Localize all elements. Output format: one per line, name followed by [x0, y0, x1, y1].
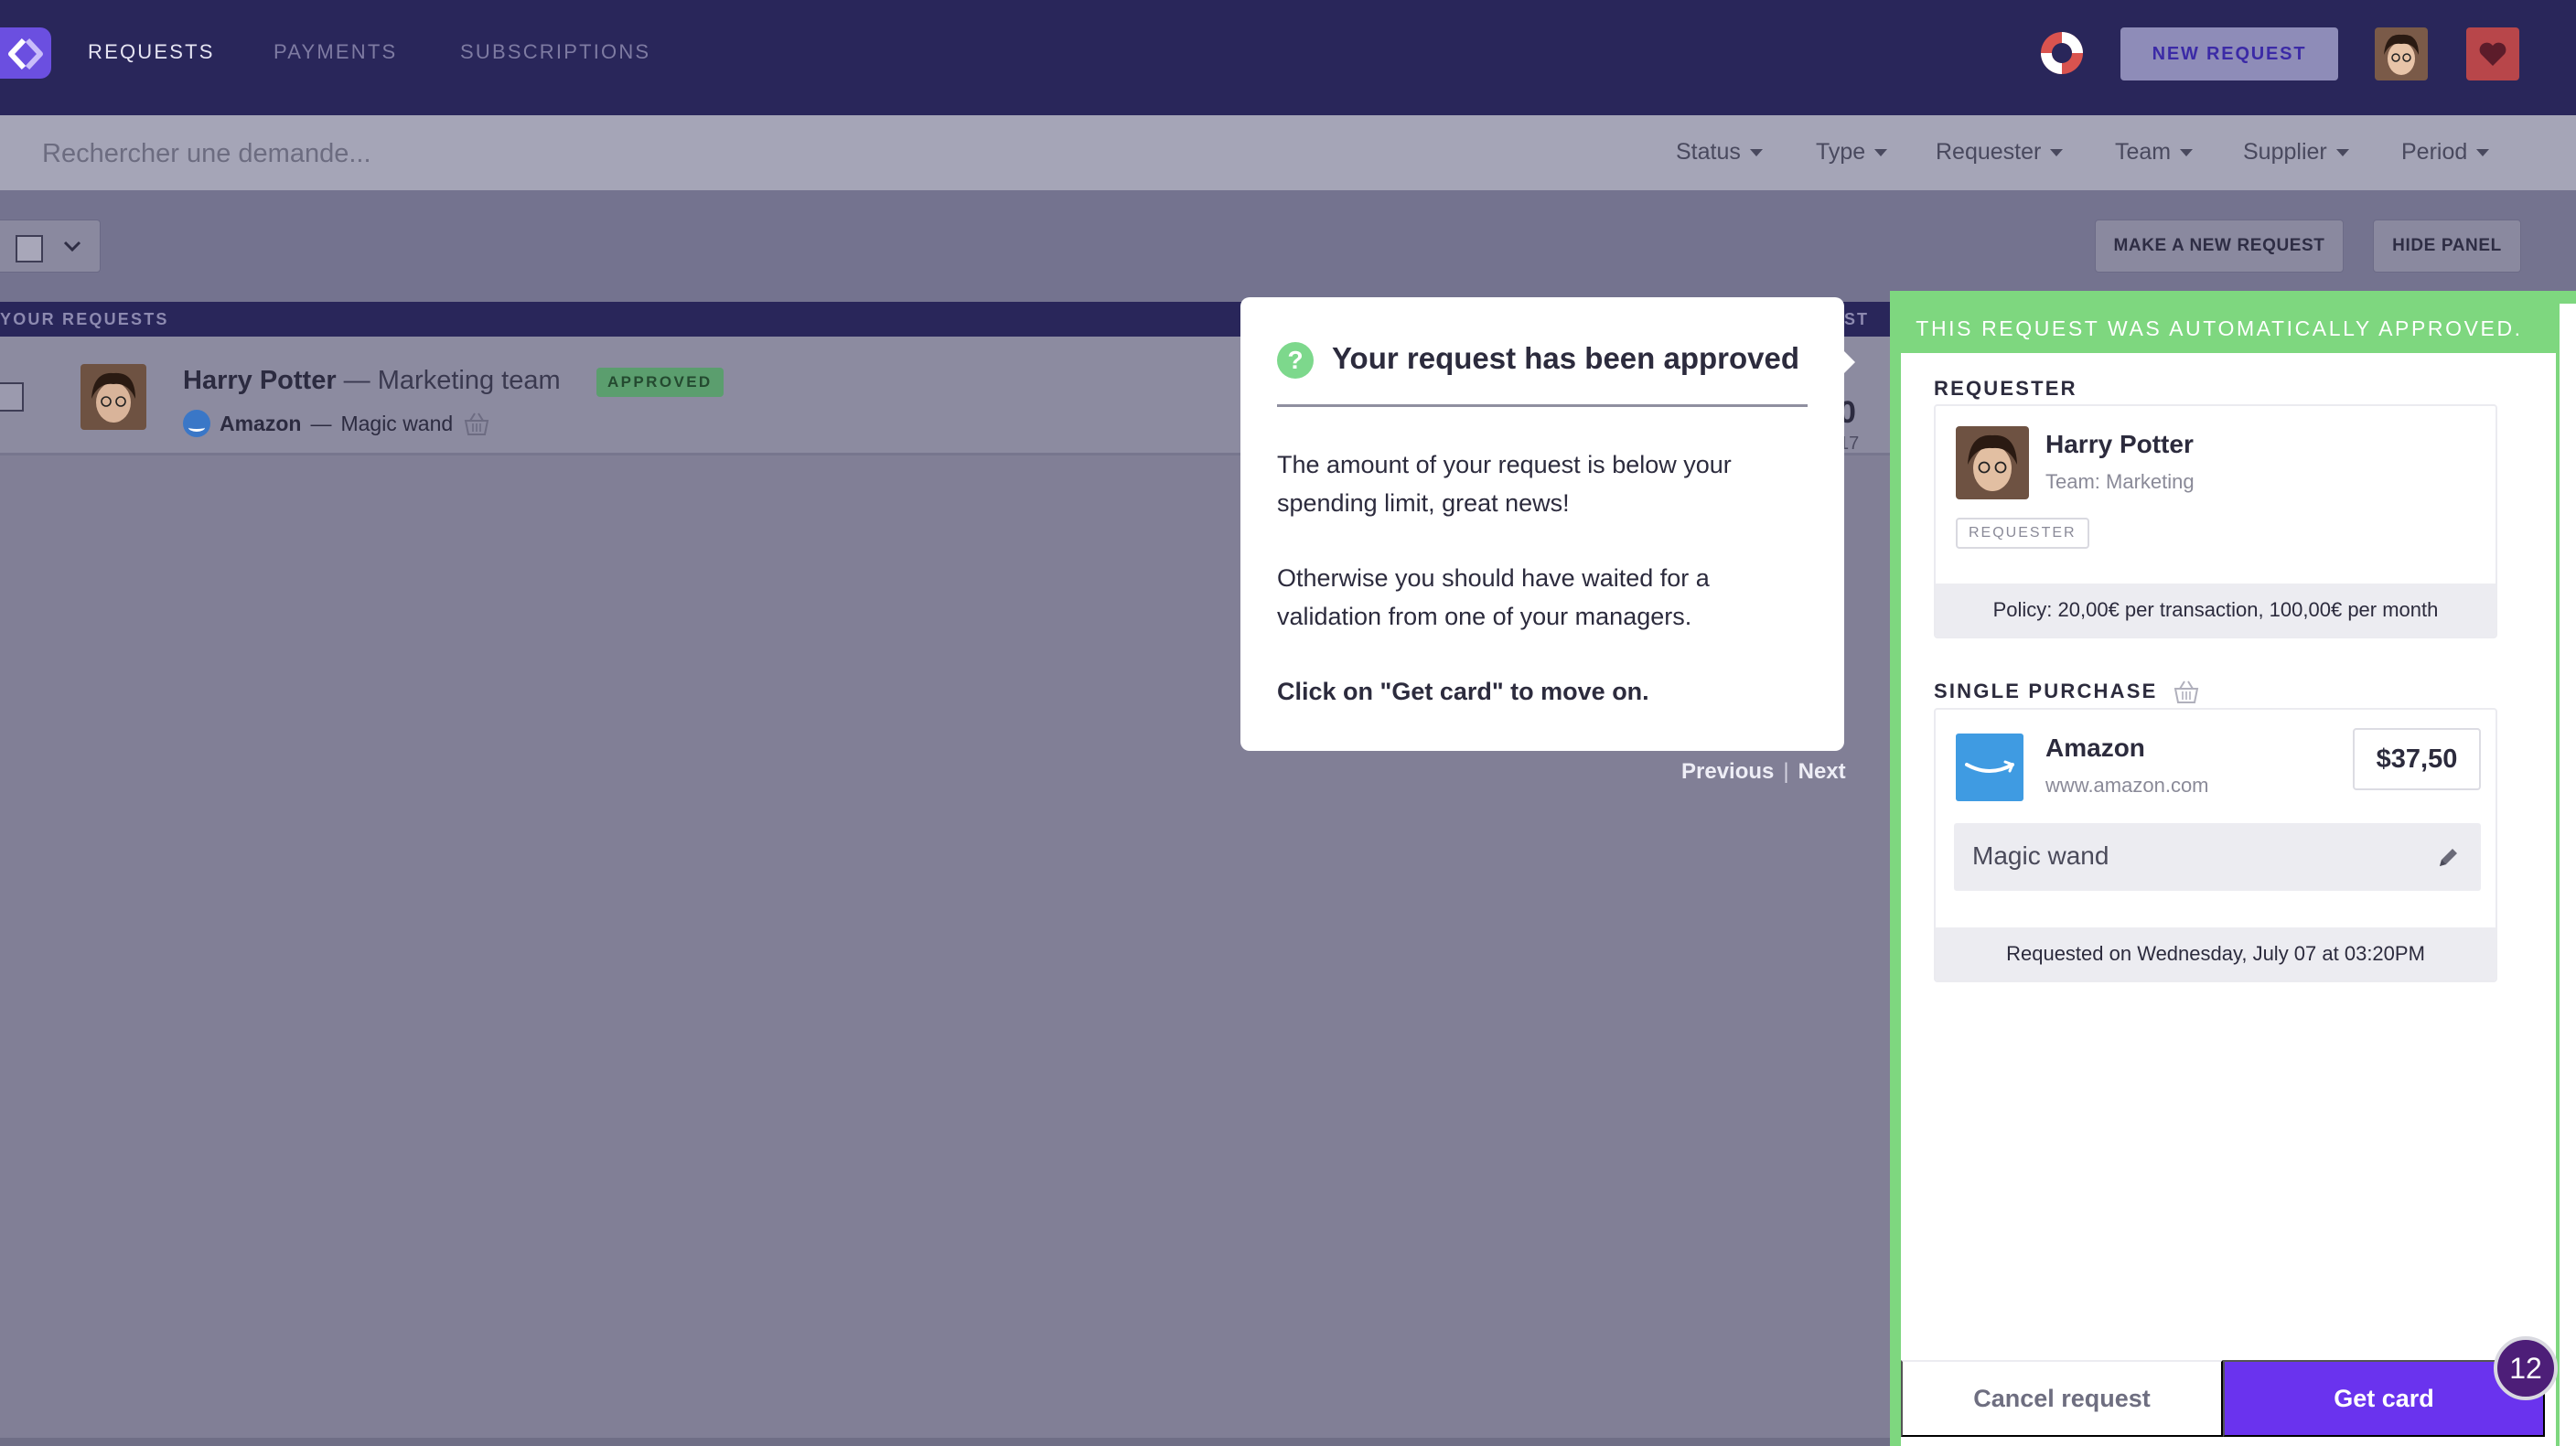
- tour-navigation: Previous | Next: [1681, 759, 1846, 785]
- requester-card: Harry Potter Team: Marketing REQUESTER P…: [1934, 404, 2497, 638]
- bulk-select-dropdown[interactable]: [0, 220, 101, 273]
- search-filter-bar: Status Type Requester Team Supplier Peri…: [0, 115, 2576, 190]
- supplier-name: Amazon: [2045, 734, 2145, 762]
- tour-pointer-arrow: [1842, 349, 1855, 375]
- horizontal-scrollbar[interactable]: [0, 1438, 1894, 1446]
- top-navigation-bar: REQUESTS PAYMENTS SUBSCRIPTIONS NEW REQU…: [0, 0, 2576, 115]
- purchase-card: Amazon www.amazon.com $37,50 Magic wand …: [1934, 708, 2497, 982]
- caret-down-icon: [2050, 148, 2064, 156]
- tour-paragraph: Otherwise you should have waited for a v…: [1277, 564, 1710, 630]
- row-separator: —: [310, 411, 332, 435]
- row-supplier: Amazon: [220, 411, 302, 435]
- lifebuoy-icon[interactable]: [2038, 29, 2086, 77]
- hide-panel-button[interactable]: HIDE PANEL: [2373, 220, 2521, 273]
- notification-badge[interactable]: 12: [2494, 1336, 2558, 1400]
- requested-on-date: Requested on Wednesday, July 07 at 03:20…: [1936, 927, 2496, 980]
- tour-call-to-action: Click on "Get card" to move on.: [1277, 678, 1649, 705]
- filter-supplier-label: Supplier: [2243, 139, 2327, 165]
- filter-requester[interactable]: Requester: [1936, 139, 2064, 166]
- heart-icon[interactable]: [2466, 27, 2519, 80]
- question-icon: ?: [1277, 342, 1314, 379]
- nav-tab-requests[interactable]: REQUESTS: [88, 40, 215, 64]
- purchase-section-title: SINGLE PURCHASE: [1934, 679, 2201, 704]
- tour-popover: ? Your request has been approved The amo…: [1240, 297, 1844, 751]
- search-input[interactable]: [42, 134, 865, 174]
- status-badge: APPROVED: [596, 368, 724, 397]
- role-tag: REQUESTER: [1956, 518, 2089, 549]
- filter-team-label: Team: [2115, 139, 2172, 165]
- requester-team: Team: Marketing: [2045, 470, 2195, 493]
- description-field[interactable]: Magic wand: [1954, 823, 2481, 891]
- tour-body: The amount of your request is below your…: [1277, 445, 1817, 747]
- pencil-icon[interactable]: [2435, 845, 2461, 871]
- spending-policy: Policy: 20,00€ per transaction, 100,00€ …: [1936, 584, 2496, 637]
- filter-requester-label: Requester: [1936, 139, 2042, 165]
- tour-title: Your request has been approved: [1332, 341, 1800, 375]
- make-new-request-button[interactable]: MAKE A NEW REQUEST: [2095, 220, 2344, 273]
- request-detail-panel: THIS REQUEST WAS AUTOMATICALLY APPROVED.…: [1890, 291, 2576, 1446]
- tour-previous-link[interactable]: Previous: [1681, 759, 1774, 785]
- requester-name: Harry Potter: [2045, 430, 2194, 458]
- nav-tab-payments[interactable]: PAYMENTS: [274, 40, 397, 64]
- caret-down-icon: [1749, 148, 1763, 156]
- list-toolbar: MAKE A NEW REQUEST HIDE PANEL: [0, 190, 2576, 302]
- row-separator: —: [336, 366, 378, 395]
- filter-status-label: Status: [1676, 139, 1741, 165]
- row-checkbox[interactable]: [0, 382, 24, 412]
- list-header-title: YOUR REQUESTS: [0, 310, 169, 328]
- description-text: Magic wand: [1972, 841, 2109, 870]
- supplier-url[interactable]: www.amazon.com: [2045, 774, 2209, 798]
- app-logo-icon[interactable]: [0, 27, 51, 79]
- requester-section-title: REQUESTER: [1934, 377, 2077, 401]
- requester-section-label: REQUESTER: [1934, 377, 2077, 400]
- filter-period[interactable]: Period: [2401, 139, 2490, 166]
- caret-down-icon: [1874, 148, 1888, 156]
- amount-field[interactable]: $37,50: [2353, 728, 2481, 790]
- row-requester-name: Harry Potter: [183, 366, 337, 395]
- avatar: [80, 364, 146, 430]
- approval-banner: THIS REQUEST WAS AUTOMATICALLY APPROVED.: [1916, 316, 2523, 340]
- caret-down-icon: [2335, 148, 2349, 156]
- filter-type-label: Type: [1816, 139, 1866, 165]
- nav-tab-subscriptions[interactable]: SUBSCRIPTIONS: [460, 40, 650, 64]
- filter-period-label: Period: [2401, 139, 2468, 165]
- filter-team[interactable]: Team: [2115, 139, 2194, 166]
- row-title: Harry Potter — Marketing team: [183, 366, 561, 396]
- cancel-request-button[interactable]: Cancel request: [1901, 1360, 2223, 1437]
- panel-scrollbar[interactable]: [2560, 304, 2576, 1446]
- divider: [1277, 404, 1808, 407]
- filter-type[interactable]: Type: [1816, 139, 1888, 166]
- filter-supplier[interactable]: Supplier: [2243, 139, 2349, 166]
- panel-content: REQUESTER Harry Potter Team: Marketing R…: [1901, 353, 2556, 1446]
- row-team: Marketing team: [377, 366, 561, 395]
- new-request-button[interactable]: NEW REQUEST: [2120, 27, 2338, 80]
- row-subtitle: Amazon — Magic wand: [183, 410, 491, 437]
- tour-nav-separator: |: [1783, 759, 1789, 784]
- tour-paragraph: The amount of your request is below your…: [1277, 451, 1732, 517]
- caret-down-icon: [2476, 148, 2490, 156]
- filter-status[interactable]: Status: [1676, 139, 1763, 166]
- select-all-checkbox[interactable]: [16, 235, 43, 262]
- purchase-section-label: SINGLE PURCHASE: [1934, 680, 2158, 702]
- basket-icon: [2174, 680, 2199, 703]
- basket-icon: [464, 412, 489, 435]
- list-header-column: ST: [1844, 310, 1870, 328]
- amazon-logo-icon: [183, 410, 210, 437]
- row-description: Magic wand: [340, 411, 454, 435]
- amazon-logo-icon: [1956, 734, 2023, 801]
- caret-down-icon: [2180, 148, 2194, 156]
- tour-next-link[interactable]: Next: [1798, 759, 1846, 785]
- chevron-down-icon[interactable]: [61, 235, 83, 257]
- user-avatar[interactable]: [2375, 27, 2428, 80]
- avatar: [1956, 426, 2029, 499]
